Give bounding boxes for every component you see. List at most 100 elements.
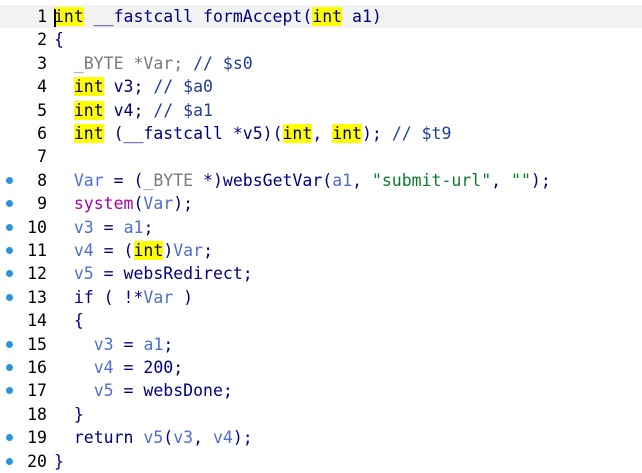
code-token[interactable]: , [491,171,511,190]
code-text[interactable]: } [54,450,64,473]
code-token[interactable]: { [54,30,64,49]
code-line[interactable]: 9 system(Var); [0,192,642,215]
code-token[interactable]: // $a0 [153,77,213,96]
code-line[interactable]: 14 { [0,309,642,332]
code-line[interactable]: 10 v3 = a1; [0,216,642,239]
code-line[interactable]: 4 int v3; // $a0 [0,75,642,98]
code-token[interactable]: ); [173,194,193,213]
code-token[interactable] [54,77,74,96]
code-token[interactable]: = [94,218,124,237]
code-token[interactable]: int [332,124,362,143]
code-text[interactable]: v4 = 200; [54,356,183,379]
code-line[interactable]: 1 int __fastcall formAccept(int a1) [0,5,642,29]
code-token[interactable]: ); [362,124,392,143]
code-token[interactable]: = ( [104,171,144,190]
code-token[interactable] [54,241,74,260]
code-line[interactable]: 12 v5 = websRedirect; [0,262,642,285]
code-token[interactable]: a1) [342,7,382,26]
breakpoint-marker-icon[interactable] [6,270,13,278]
code-text[interactable]: system(Var); [54,192,193,215]
breakpoint-marker-icon[interactable] [6,434,13,442]
code-token[interactable]: a1 [332,171,352,190]
code-token[interactable]: v3 [173,428,193,447]
code-text[interactable]: v5 = websRedirect; [54,262,253,285]
code-token[interactable]: v3 [74,218,94,237]
code-token[interactable]: ); [531,171,551,190]
code-text[interactable]: int v3; // $a0 [54,75,213,98]
breakpoint-marker-icon[interactable] [6,457,13,465]
code-token[interactable]: v5 [94,381,114,400]
code-token[interactable]: __fastcall formAccept( [84,7,313,26]
code-token[interactable]: // $a1 [153,101,213,120]
code-token[interactable]: int [73,77,104,97]
code-token[interactable]: a1 [143,335,163,354]
code-line[interactable]: 18 } [0,403,642,426]
code-line[interactable]: 8 Var = (_BYTE *)websGetVar(a1, "submit-… [0,169,642,192]
code-text[interactable]: _BYTE *Var; // $s0 [54,52,253,75]
code-token[interactable]: ; [163,335,173,354]
code-text[interactable]: v3 = a1; [54,333,174,356]
code-token[interactable] [54,358,94,377]
code-line[interactable]: 19 return v5(v3, v4); [0,426,642,449]
code-token[interactable]: // $t9 [392,124,452,143]
code-token[interactable]: int [133,241,164,260]
code-text[interactable]: v3 = a1; [54,216,154,239]
code-token[interactable]: int [312,7,343,26]
code-token[interactable]: { [54,311,84,330]
code-token[interactable]: system [74,194,134,213]
code-text[interactable]: { [54,309,84,332]
code-token[interactable]: (__fastcall *v5)( [104,124,283,143]
breakpoint-marker-icon[interactable] [6,293,13,301]
code-token[interactable]: , [312,124,332,143]
code-token[interactable] [54,218,74,237]
code-line[interactable]: 13 if ( !*Var ) [0,286,642,309]
code-line[interactable]: 15 v3 = a1; [0,333,642,356]
code-text[interactable]: if ( !*Var ) [54,286,193,309]
code-token[interactable]: ) [163,241,173,260]
code-token[interactable]: = 200; [114,358,184,377]
code-line[interactable]: 3 _BYTE *Var; // $s0 [0,52,642,75]
code-token[interactable]: a1 [124,218,144,237]
code-token[interactable] [54,101,74,120]
breakpoint-marker-icon[interactable] [6,223,13,231]
code-token[interactable]: v4 [213,428,233,447]
code-token[interactable]: , [193,428,213,447]
code-token[interactable]: return [54,428,143,447]
code-token[interactable]: Var [74,171,104,190]
code-token[interactable]: "" [511,171,531,190]
code-token[interactable]: if ( !* [54,288,144,307]
code-line[interactable]: 2{ [0,28,642,51]
code-token[interactable]: Var [143,288,173,307]
code-line[interactable]: 11 v4 = (int)Var; [0,239,642,262]
code-token[interactable]: v5 [74,264,94,283]
code-text[interactable]: { [54,28,64,51]
code-token[interactable]: v4; [104,101,154,120]
code-token[interactable]: int [54,7,84,26]
code-token[interactable]: v4 [94,358,114,377]
code-token[interactable]: = websDone; [114,381,233,400]
code-line[interactable]: 16 v4 = 200; [0,356,642,379]
code-token[interactable]: int [282,124,313,143]
code-token[interactable]: = websRedirect; [94,264,253,283]
code-token[interactable] [54,335,94,354]
code-token[interactable]: } [54,452,64,471]
code-token[interactable]: ; [203,241,213,260]
code-token[interactable]: = [114,335,144,354]
code-token[interactable]: v5 [143,428,163,447]
breakpoint-marker-icon[interactable] [6,176,13,184]
code-token[interactable]: _BYTE *Var; [54,54,193,73]
pseudocode-view[interactable]: 1 int __fastcall formAccept(int a1) 2{3 _B… [0,0,642,473]
code-token[interactable]: v4 [74,241,94,260]
code-text[interactable]: v5 = websDone; [54,379,233,402]
code-line[interactable]: 20} [0,450,642,473]
breakpoint-marker-icon[interactable] [6,340,13,348]
code-token[interactable]: } [54,405,84,424]
code-token[interactable]: // $s0 [193,54,253,73]
code-token[interactable]: int [73,100,104,120]
code-token[interactable] [54,264,74,283]
code-token[interactable] [54,124,74,143]
code-token[interactable] [54,381,94,400]
code-token[interactable]: _BYTE [143,171,193,190]
code-token[interactable]: ( [133,194,143,213]
code-text[interactable]: int v4; // $a1 [54,99,213,122]
